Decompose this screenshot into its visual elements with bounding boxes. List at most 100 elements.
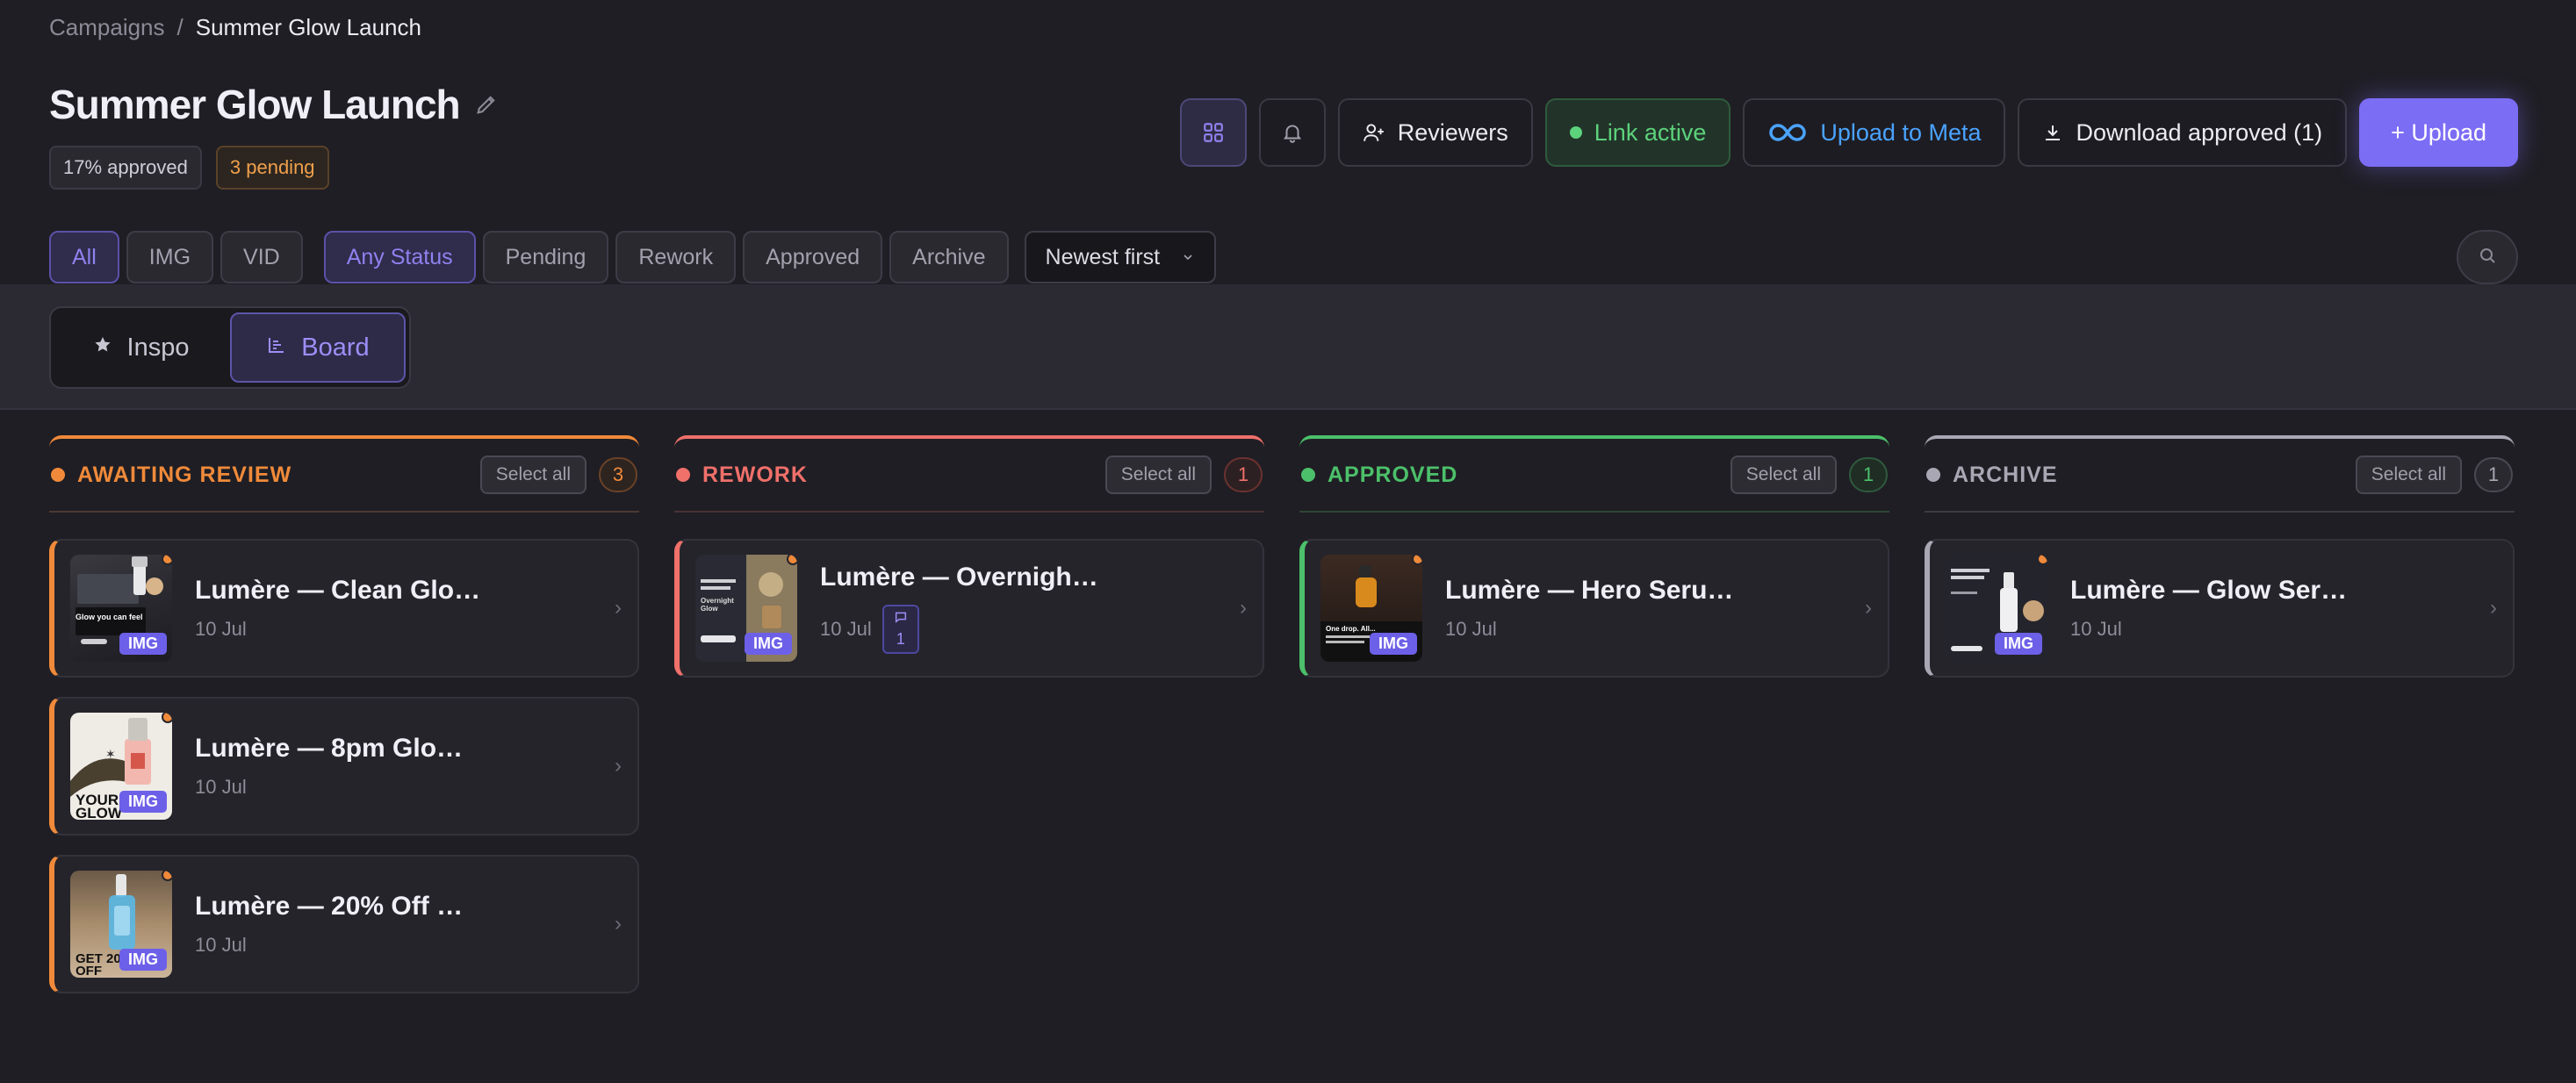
meta-infinity-icon — [1767, 121, 1808, 144]
status-badges: 17% approved 3 pending — [49, 146, 329, 190]
select-all-button[interactable]: Select all — [1730, 455, 1837, 494]
card-meta: 10 Jul 1 — [820, 605, 1231, 654]
media-type-tag: IMG — [119, 633, 167, 655]
column-archive: ARCHIVE Select all 1 IMG Lumère — Glow S… — [1925, 435, 2515, 993]
unread-dot — [162, 871, 172, 881]
svg-text:✶: ✶ — [105, 747, 116, 761]
link-active-label: Link active — [1594, 118, 1707, 146]
filter-type-vid[interactable]: VID — [220, 231, 303, 283]
grid-icon — [1202, 121, 1225, 144]
header-actions: Reviewers Link active Upload to Meta Dow… — [1179, 98, 2518, 167]
filter-status-any[interactable]: Any Status — [323, 231, 476, 283]
asset-thumbnail: GET 20% OFF SERUMS IMG — [70, 871, 172, 978]
bell-icon — [1281, 121, 1304, 144]
view-toggle-inspo-label: Inspo — [126, 333, 190, 362]
column-count-badge: 1 — [2474, 457, 2513, 492]
card-body: Lumère — 8pm Glo… 10 Jul — [195, 734, 606, 799]
comment-icon — [894, 610, 908, 628]
reviewers-button[interactable]: Reviewers — [1337, 98, 1533, 167]
card-list: Overnight Glow IMG Lumère — Overnigh… 10… — [674, 539, 1264, 678]
card-title: Lumère — 8pm Glo… — [195, 734, 464, 763]
filter-status-rework[interactable]: Rework — [615, 231, 737, 283]
media-type-tag: IMG — [1995, 633, 2042, 655]
link-active-button[interactable]: Link active — [1544, 98, 1731, 167]
chevron-right-icon: › — [1865, 596, 1872, 620]
column-title: ARCHIVE — [1953, 462, 2058, 487]
download-icon — [2042, 122, 2063, 143]
filter-type-img[interactable]: IMG — [126, 231, 214, 283]
column-rework: REWORK Select all 1 Overnight Glow IMG L… — [674, 435, 1264, 993]
view-toggle-band: Inspo Board — [0, 284, 2576, 410]
media-type-tag: IMG — [1370, 633, 1417, 655]
chevron-down-icon — [1181, 245, 1195, 270]
column-status-dot — [1301, 468, 1315, 482]
column-status-dot — [1926, 468, 1940, 482]
asset-card[interactable]: GET 20% OFF SERUMS IMG Lumère — 20% Off … — [49, 855, 639, 993]
column-title: APPROVED — [1328, 462, 1458, 487]
asset-card[interactable]: One drop. All... IMG Lumère — Hero Seru…… — [1299, 539, 1889, 678]
asset-card[interactable]: Overnight Glow IMG Lumère — Overnigh… 10… — [674, 539, 1264, 678]
select-all-button[interactable]: Select all — [1105, 455, 1212, 494]
comment-count: 1 — [896, 630, 905, 648]
column-title: AWAITING REVIEW — [77, 462, 292, 487]
unread-dot — [162, 555, 172, 565]
link-status-dot — [1569, 126, 1582, 139]
thumbnail-caption: Overnight Glow — [701, 597, 734, 613]
edit-title-icon[interactable] — [474, 92, 499, 117]
unread-dot — [787, 555, 797, 565]
filter-status-archive[interactable]: Archive — [889, 231, 1009, 283]
asset-card[interactable]: Glow you can feel IMG Lumère — Clean Glo… — [49, 539, 639, 678]
card-meta: 10 Jul — [195, 618, 606, 641]
view-toggle: Inspo Board — [49, 306, 411, 389]
select-all-button[interactable]: Select all — [2355, 455, 2462, 494]
breadcrumb-campaigns-link[interactable]: Campaigns — [49, 14, 165, 41]
select-all-button[interactable]: Select all — [479, 455, 586, 494]
grid-view-button[interactable] — [1179, 98, 1247, 167]
column-status-dot — [676, 468, 690, 482]
notifications-button[interactable] — [1258, 98, 1326, 167]
breadcrumb-current: Summer Glow Launch — [195, 14, 421, 40]
comment-count-badge[interactable]: 1 — [881, 605, 919, 654]
thumbnail-caption: One drop. All... — [1326, 625, 1376, 633]
card-title: Lumère — Hero Seru… — [1445, 576, 1734, 605]
upload-to-meta-label: Upload to Meta — [1820, 118, 1982, 146]
column-header: REWORK Select all 1 — [674, 435, 1264, 513]
card-meta: 10 Jul — [1445, 618, 1856, 641]
asset-card[interactable]: ✶ YOUR GLOW IMG Lumère — 8pm Glo… 10 Jul… — [49, 697, 639, 836]
unread-dot — [162, 713, 172, 723]
asset-thumbnail: Glow you can feel IMG — [70, 555, 172, 662]
card-title: Lumère — Glow Ser… — [2070, 576, 2348, 605]
card-title: Lumère — Clean Glo… — [195, 576, 481, 605]
unread-dot — [1412, 555, 1422, 565]
card-date: 10 Jul — [2070, 618, 2122, 640]
sort-select-value: Newest first — [1045, 244, 1161, 269]
thumbnail-caption: Glow you can feel — [76, 613, 143, 621]
asset-thumbnail: IMG — [1946, 555, 2047, 662]
card-body: Lumère — Hero Seru… 10 Jul — [1445, 576, 1856, 641]
breadcrumb: Campaigns / Summer Glow Launch — [49, 14, 421, 41]
view-toggle-inspo[interactable]: Inspo — [54, 312, 227, 383]
media-type-tag: IMG — [119, 949, 167, 971]
star-icon — [92, 334, 113, 362]
page-title: Summer Glow Launch — [49, 82, 461, 127]
chevron-right-icon: › — [615, 912, 622, 936]
upload-to-meta-button[interactable]: Upload to Meta — [1743, 98, 2006, 167]
sort-select[interactable]: Newest first — [1024, 231, 1217, 283]
filter-status-pending[interactable]: Pending — [482, 231, 609, 283]
media-type-tag: IMG — [119, 791, 167, 813]
column-count-badge: 1 — [1224, 457, 1263, 492]
card-body: Lumère — Overnigh… 10 Jul 1 — [820, 563, 1231, 654]
card-date: 10 Jul — [195, 618, 247, 640]
column-awaiting-review: AWAITING REVIEW Select all 3 Glow you ca… — [49, 435, 639, 993]
filter-status-approved[interactable]: Approved — [743, 231, 883, 283]
asset-card[interactable]: IMG Lumère — Glow Ser… 10 Jul › — [1925, 539, 2515, 678]
view-toggle-board[interactable]: Board — [230, 312, 406, 383]
download-approved-button[interactable]: Download approved (1) — [2018, 98, 2348, 167]
upload-button[interactable]: + Upload — [2359, 98, 2518, 167]
column-count-badge: 3 — [599, 457, 637, 492]
filter-type-all[interactable]: All — [49, 231, 119, 283]
download-approved-label: Download approved (1) — [2076, 118, 2323, 146]
asset-thumbnail: ✶ YOUR GLOW IMG — [70, 713, 172, 820]
column-status-dot — [51, 468, 65, 482]
search-button[interactable] — [2457, 230, 2518, 284]
